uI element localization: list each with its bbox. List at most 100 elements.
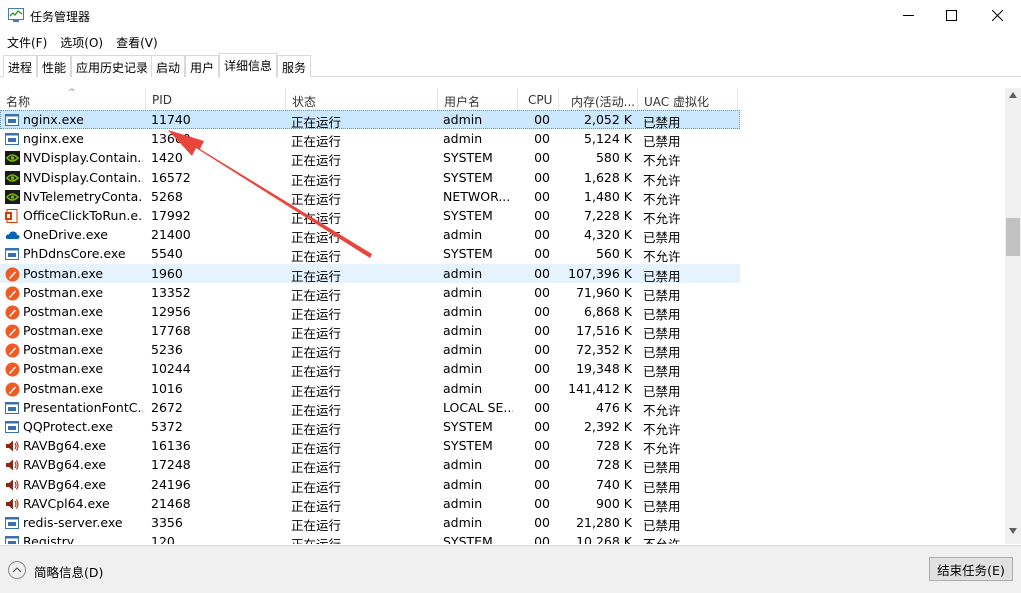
process-status: 正在运行	[291, 460, 342, 476]
postman-icon	[5, 343, 20, 358]
process-username: admin	[443, 323, 483, 339]
process-username: SYSTEM	[443, 438, 493, 454]
column-header-status[interactable]: 状态	[286, 88, 438, 110]
process-name: Postman.exe	[23, 380, 104, 396]
table-row[interactable]: nginx.exe 13600 正在运行 admin 00 5,124 K 已禁用	[0, 129, 740, 150]
process-status: 正在运行	[291, 172, 342, 188]
table-row[interactable]: RAVBg64.exe 24196 正在运行 admin 00 740 K 已禁用	[0, 475, 740, 495]
process-pid: 24196	[151, 476, 191, 492]
column-header-name[interactable]: 名称 ^	[0, 88, 146, 110]
scrollbar-thumb[interactable]	[1006, 218, 1020, 256]
tab-details[interactable]: 详细信息	[219, 53, 278, 78]
process-uac: 已禁用	[643, 306, 681, 322]
process-memory: 728 K	[595, 457, 632, 473]
table-row[interactable]: redis-server.exe 3356 正在运行 admin 00 21,280 K 已…	[0, 513, 740, 533]
process-name: NvTelemetryConta...	[23, 188, 143, 204]
process-uac: 已禁用	[643, 517, 681, 533]
process-pid: 120	[151, 534, 175, 544]
process-memory: 580 K	[595, 150, 632, 166]
column-header-uac[interactable]: UAC 虚拟化	[638, 88, 738, 110]
chevron-up-icon[interactable]	[8, 561, 26, 579]
minimize-button[interactable]	[885, 0, 931, 30]
process-uac: 已禁用	[643, 479, 681, 495]
table-row[interactable]: RAVBg64.exe 17248 正在运行 admin 00 728 K 已禁用	[0, 455, 740, 476]
process-cpu: 00	[534, 227, 550, 243]
process-uac: 不允许	[643, 422, 681, 437]
process-cpu: 00	[534, 150, 550, 166]
table-row[interactable]: Postman.exe 10244 正在运行 admin 00 19,348 K 已禁用	[0, 359, 740, 380]
process-pid: 5540	[151, 246, 183, 262]
process-cpu: 00	[534, 476, 550, 492]
scroll-down-icon[interactable]	[1009, 528, 1017, 534]
process-cpu: 00	[534, 438, 550, 454]
process-pid: 17992	[151, 207, 191, 223]
table-row[interactable]: QQProtect.exe 5372 正在运行 SYSTEM 00 2,392 K 不允许	[0, 417, 740, 437]
process-status: 正在运行	[291, 364, 342, 380]
process-cpu: 00	[534, 131, 550, 147]
scroll-up-icon[interactable]	[1009, 92, 1017, 98]
process-status: 正在运行	[291, 230, 342, 246]
menu-view[interactable]: 查看(V)	[109, 32, 164, 52]
table-row[interactable]: NVDisplay.Contain... 1420 正在运行 SYSTEM 00 580 …	[0, 148, 740, 168]
vertical-scrollbar[interactable]	[1005, 88, 1021, 544]
process-status: 正在运行	[291, 268, 342, 284]
tab-users[interactable]: 用户	[185, 55, 220, 77]
table-row[interactable]: nginx.exe 11740 正在运行 admin 00 2,052 K 已禁用	[0, 110, 740, 130]
process-name: PresentationFontC...	[23, 399, 143, 415]
process-status: 正在运行	[291, 326, 342, 342]
table-row[interactable]: OfficeClickToRun.e... 17992 正在运行 SYSTEM 00 7,…	[0, 206, 740, 226]
process-username: admin	[443, 227, 483, 243]
process-pid: 3356	[151, 514, 183, 530]
process-memory: 728 K	[595, 438, 632, 454]
process-username: admin	[443, 514, 483, 530]
maximize-button[interactable]	[928, 0, 974, 30]
exe-window-icon	[5, 113, 20, 127]
table-row[interactable]: Postman.exe 1960 正在运行 admin 00 107,396 K 已禁用	[0, 263, 740, 284]
column-header-cpu[interactable]: CPU	[518, 88, 559, 110]
process-pid: 13352	[151, 284, 191, 300]
process-uac: 不允许	[643, 172, 681, 188]
table-row[interactable]: RAVBg64.exe 16136 正在运行 SYSTEM 00 728 K 不允许	[0, 436, 740, 456]
table-row[interactable]: NvTelemetryConta... 5268 正在运行 NETWOR... 00 1,…	[0, 187, 740, 207]
speaker-icon	[5, 439, 20, 453]
table-row[interactable]: PhDdnsCore.exe 5540 正在运行 SYSTEM 00 560 K 不允许	[0, 244, 740, 264]
process-uac: 已禁用	[643, 115, 681, 130]
column-header-memory[interactable]: 内存(活动...	[559, 88, 638, 110]
column-header-username[interactable]: 用户名	[438, 88, 518, 110]
table-row[interactable]: RAVCpl64.exe 21468 正在运行 admin 00 900 K 已禁用	[0, 494, 740, 514]
menu-options[interactable]: 选项(O)	[53, 32, 109, 52]
process-username: admin	[443, 284, 483, 300]
table-row[interactable]: Registry 120 正在运行 SYSTEM 00 10,268 K 不允许	[0, 532, 740, 544]
speaker-icon	[5, 497, 20, 511]
table-row[interactable]: Postman.exe 1016 正在运行 admin 00 141,412 K 已禁用	[0, 379, 740, 399]
menu-file[interactable]: 文件(F)	[0, 32, 53, 52]
tab-startup[interactable]: 启动	[151, 55, 186, 77]
process-name: nginx.exe	[23, 131, 84, 147]
process-status: 正在运行	[291, 134, 342, 150]
tab-performance[interactable]: 性能	[37, 55, 72, 77]
postman-icon	[5, 324, 20, 339]
tab-processes[interactable]: 进程	[3, 55, 38, 77]
table-row[interactable]: OneDrive.exe 21400 正在运行 admin 00 4,320 K 已禁用	[0, 225, 740, 246]
process-cpu: 00	[534, 284, 550, 300]
end-task-button[interactable]: 结束任务(E)	[929, 557, 1013, 581]
exe-window-icon	[5, 132, 20, 146]
tab-app-history[interactable]: 应用历史记录	[71, 55, 154, 77]
table-row[interactable]: Postman.exe 17768 正在运行 admin 00 17,516 K 已禁用	[0, 321, 740, 342]
column-header-pid[interactable]: PID	[146, 88, 286, 110]
process-uac: 已禁用	[643, 498, 681, 514]
nvidia-icon	[5, 189, 20, 204]
table-row[interactable]: Postman.exe 5236 正在运行 admin 00 72,352 K 已禁用	[0, 340, 740, 360]
close-button[interactable]	[974, 0, 1020, 30]
process-username: admin	[443, 131, 483, 147]
process-pid: 16572	[151, 169, 191, 185]
tab-services[interactable]: 服务	[277, 55, 312, 77]
table-row[interactable]: NVDisplay.Contain... 16572 正在运行 SYSTEM 00 1,6…	[0, 168, 740, 188]
process-username: admin	[443, 303, 483, 319]
table-row[interactable]: Postman.exe 13352 正在运行 admin 00 71,960 K 已禁用	[0, 283, 740, 303]
process-uac: 已禁用	[643, 383, 681, 399]
table-row[interactable]: PresentationFontC... 2672 正在运行 LOCAL SE... 0…	[0, 398, 740, 418]
table-row[interactable]: Postman.exe 12956 正在运行 admin 00 6,868 K 已禁用	[0, 302, 740, 322]
fewer-details-link[interactable]: 简略信息(D)	[34, 562, 103, 581]
process-username: NETWOR...	[443, 188, 511, 204]
